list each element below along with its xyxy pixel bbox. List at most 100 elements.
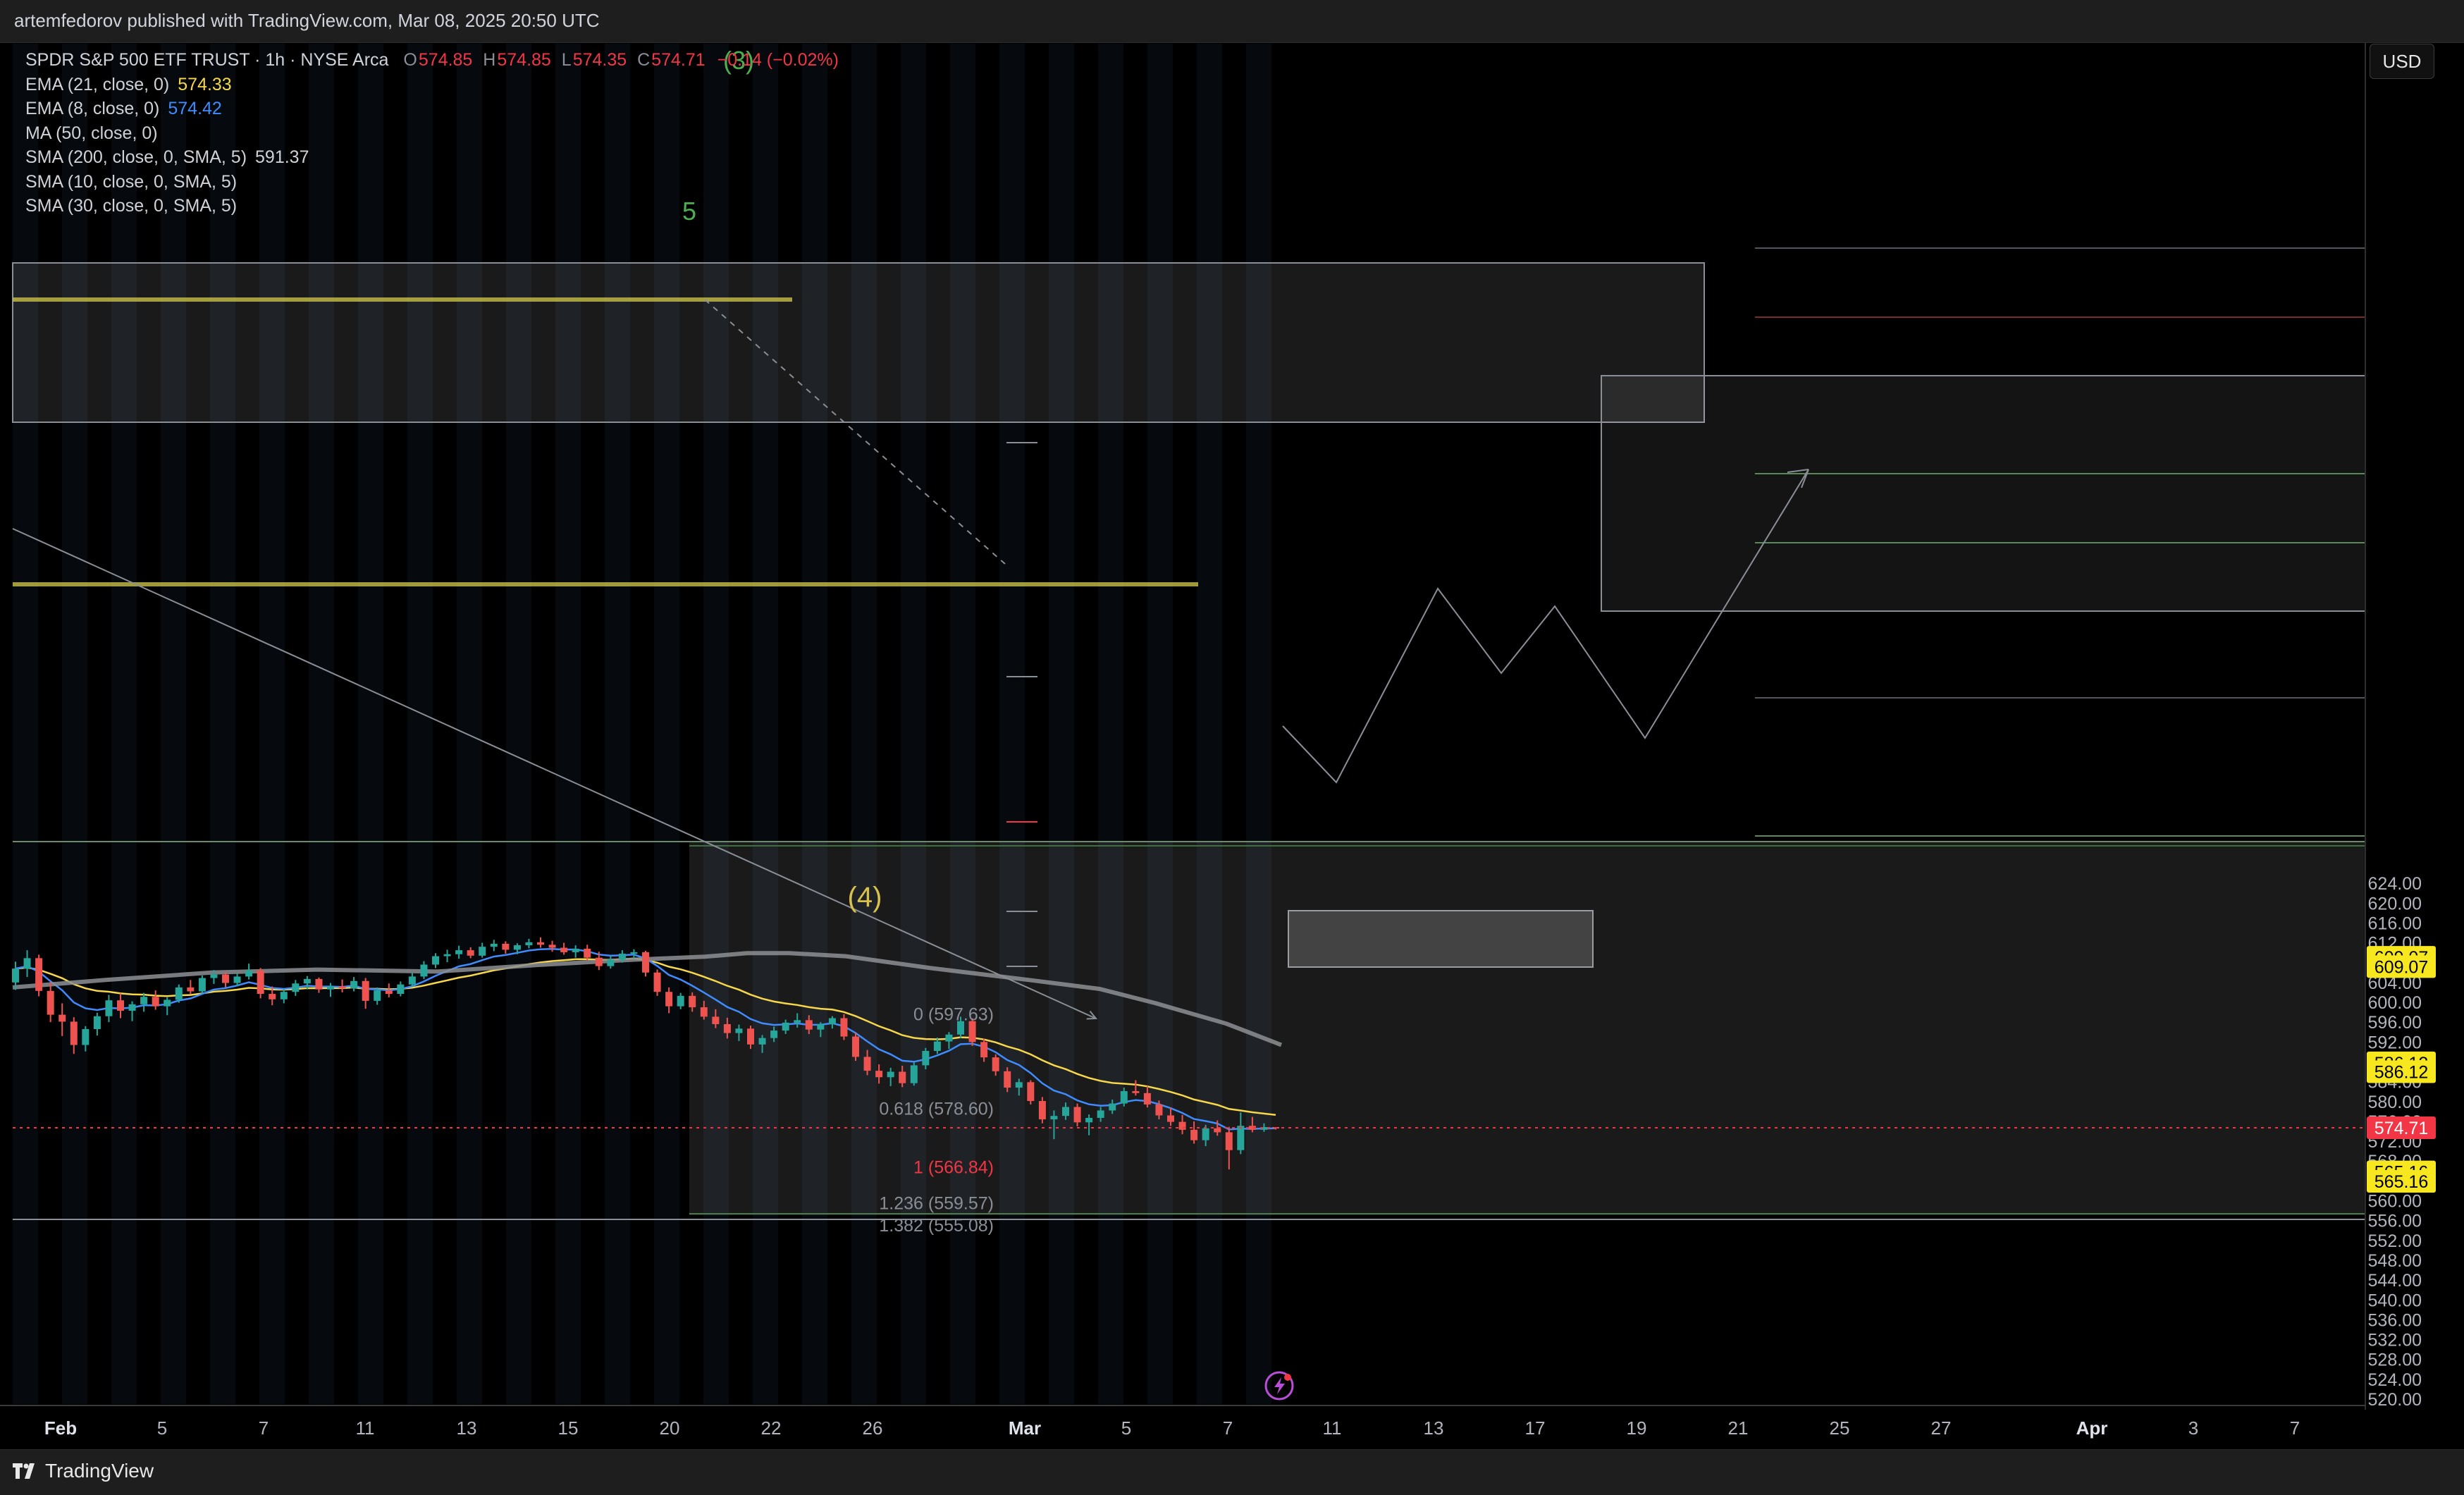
candle-body[interactable] [642,952,649,973]
candle-body[interactable] [187,987,195,992]
small-target-box[interactable] [1288,910,1594,968]
candle-body[interactable] [82,1029,90,1045]
indicator-sma10[interactable]: SMA (10, close, 0, SMA, 5) [25,170,839,195]
candle-body[interactable] [1109,1103,1116,1111]
candle-body[interactable] [560,947,568,952]
candle-body[interactable] [572,948,579,952]
candle-body[interactable] [817,1023,825,1030]
candle-body[interactable] [315,978,323,990]
candle-body[interactable] [93,1016,101,1030]
candle-body[interactable] [1214,1128,1221,1133]
candle-body[interactable] [595,957,603,966]
candle-body[interactable] [1132,1090,1140,1093]
candle-body[interactable] [175,987,183,1000]
candle-body[interactable] [584,948,591,958]
price-axis[interactable]: 624.00620.00616.00612.00608.00604.00600.… [2365,42,2436,1410]
candle-body[interactable] [863,1057,871,1071]
candle-body[interactable] [689,995,696,1008]
candle-body[interactable] [677,995,684,1007]
candle-body[interactable] [828,1018,836,1024]
candle-body[interactable] [525,942,533,946]
candle-body[interactable] [910,1065,918,1083]
candle-body[interactable] [245,970,253,977]
candle-body[interactable] [1073,1107,1081,1123]
candle-body[interactable] [513,945,521,950]
candle-body[interactable] [479,947,486,956]
candle-body[interactable] [794,1020,801,1023]
candle-body[interactable] [490,943,498,947]
candle-body[interactable] [700,1007,708,1017]
candle-body[interactable] [665,992,673,1007]
candle-body[interactable] [58,1014,66,1022]
candle-body[interactable] [432,956,439,965]
candle-body[interactable] [455,950,463,954]
candle-body[interactable] [1097,1110,1104,1118]
candle-body[interactable] [723,1023,731,1033]
candle-body[interactable] [770,1030,778,1038]
candle-body[interactable] [875,1071,883,1078]
candle-body[interactable] [362,980,369,1001]
candle-body[interactable] [117,1000,124,1011]
candle-body[interactable] [233,976,241,983]
candle-body[interactable] [467,950,474,956]
candle-body[interactable] [1027,1082,1035,1102]
candle-body[interactable] [735,1028,743,1033]
candle-body[interactable] [782,1022,789,1031]
candle-body[interactable] [105,1000,113,1016]
candle-body[interactable] [548,945,556,948]
candle-body[interactable] [1143,1093,1151,1105]
candle-body[interactable] [537,942,544,945]
candle-body[interactable] [1050,1116,1058,1120]
candle-body[interactable] [887,1071,894,1078]
candle-body[interactable] [945,1034,953,1042]
candle-body[interactable] [350,980,358,989]
candle-body[interactable] [397,984,405,995]
candle-body[interactable] [70,1021,78,1045]
indicator-ma50[interactable]: MA (50, close, 0) [25,121,839,146]
candle-body[interactable] [1190,1129,1198,1140]
tradingview-logo[interactable]: TradingView [13,1460,154,1482]
candle-body[interactable] [922,1050,930,1066]
candle-body[interactable] [980,1042,988,1058]
candle-body[interactable] [420,964,428,977]
candle-body[interactable] [280,992,288,999]
candle-body[interactable] [1015,1082,1023,1088]
candle-body[interactable] [852,1036,859,1057]
candle-body[interactable] [1062,1107,1069,1116]
candle-body[interactable] [374,990,381,1001]
candle-body[interactable] [607,959,615,966]
indicator-ema8[interactable]: EMA (8, close, 0) 574.42 [25,97,839,121]
candle-body[interactable] [1178,1121,1186,1130]
candle-body[interactable] [653,972,661,992]
candle-body[interactable] [198,978,206,992]
candle-body[interactable] [23,958,31,969]
candle-body[interactable] [1085,1117,1093,1123]
candle-body[interactable] [385,990,393,995]
candle-body[interactable] [152,997,159,1007]
time-axis[interactable]: Feb 5 7 11 13 15 20 22 26 Mar 5 7 11 13 17 19 21 25 27 Apr 3… [0,1405,2365,1439]
candle-body[interactable] [805,1020,813,1030]
candle-body[interactable] [269,994,276,999]
candle-body[interactable] [210,974,218,978]
candle-body[interactable] [408,976,416,985]
candle-body[interactable] [443,954,451,956]
candle-body[interactable] [747,1028,754,1045]
currency-button[interactable]: USD [2370,44,2434,79]
candle-body[interactable] [502,943,510,950]
candle-body[interactable] [12,968,19,983]
candle-body[interactable] [933,1041,941,1051]
indicator-sma30[interactable]: SMA (30, close, 0, SMA, 5) [25,194,839,219]
candle-body[interactable] [222,974,229,983]
candle-body[interactable] [1155,1104,1163,1116]
candle-body[interactable] [257,970,264,995]
target-zone-right[interactable] [1601,375,2366,612]
candle-body[interactable] [1004,1071,1011,1088]
candle-body[interactable] [1237,1126,1245,1150]
candle-body[interactable] [338,986,346,989]
price-chart[interactable]: 0 (597.63) 0.618 (578.60) 1 (566.84) 1.236 … [0,0,2464,1494]
candle-body[interactable] [899,1071,906,1083]
indicator-sma200[interactable]: SMA (200, close, 0, SMA, 5) 591.37 [25,145,839,170]
candle-body[interactable] [712,1016,720,1024]
candle-body[interactable] [1167,1115,1174,1122]
candle-body[interactable] [840,1018,848,1037]
